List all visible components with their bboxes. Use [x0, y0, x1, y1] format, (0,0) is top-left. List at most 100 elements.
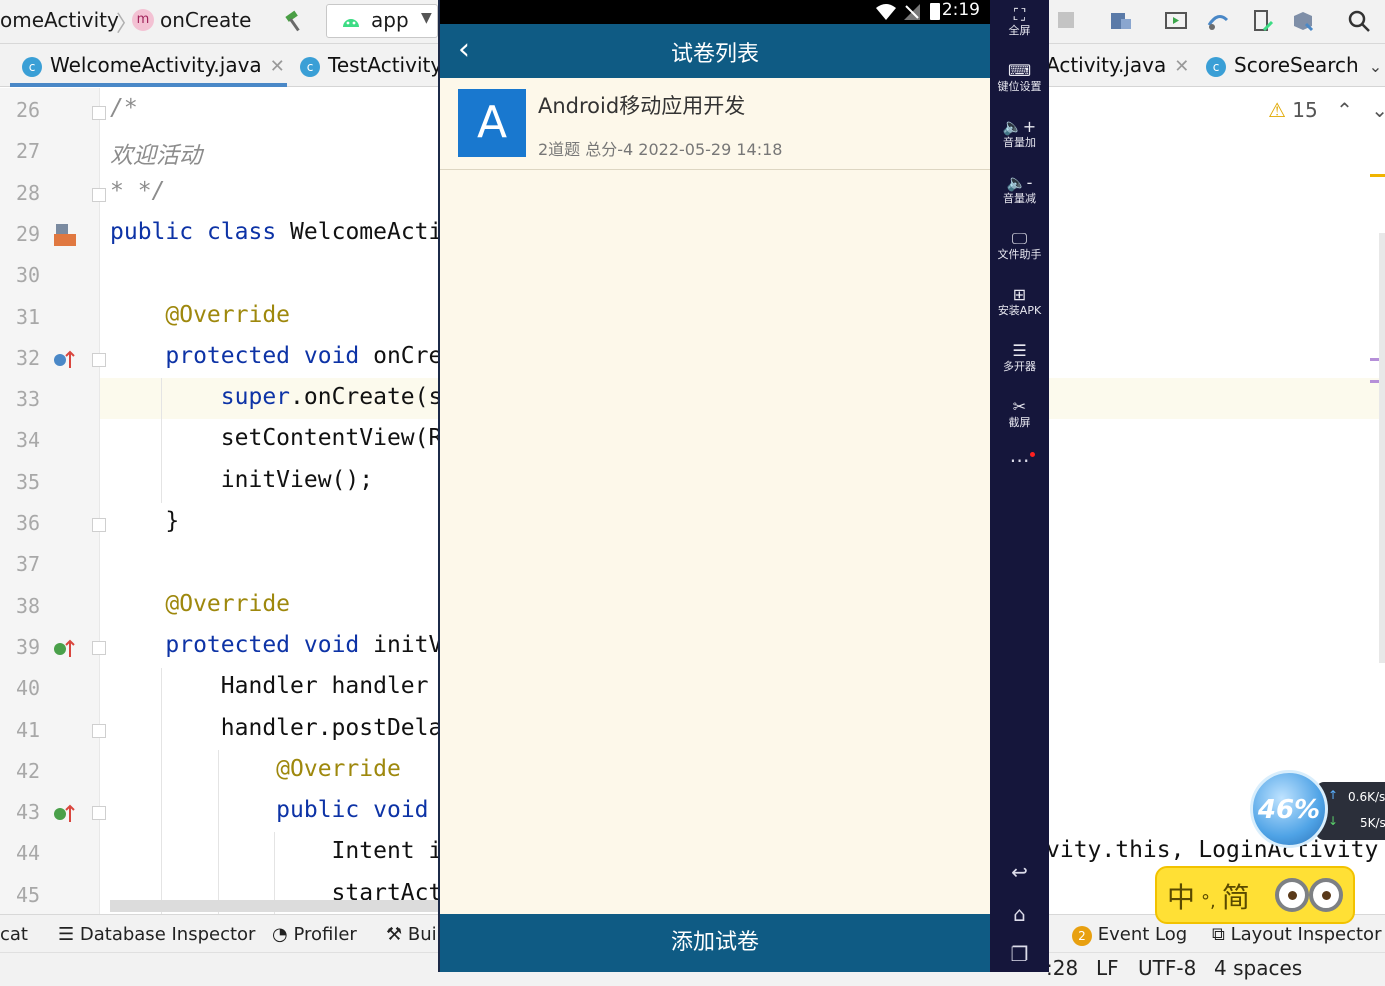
warning-icon: ⚠: [1268, 98, 1286, 122]
emulator-screen[interactable]: 2:19 ‹ 试卷列表 A Android移动应用开发 2道题 总分-4 202…: [438, 0, 990, 972]
ime-status: 中 °, 简: [1167, 876, 1250, 916]
sync-gradle-icon[interactable]: [1205, 8, 1231, 34]
tool-label: Profiler: [293, 924, 357, 945]
layout-inspector-tool[interactable]: ⧉ Layout Inspector: [1212, 924, 1381, 945]
line-separator[interactable]: LF: [1096, 956, 1119, 980]
screenshot-button[interactable]: ✂ 截屏: [990, 398, 1049, 430]
punctuation-icon[interactable]: °,: [1201, 891, 1216, 912]
search-icon[interactable]: [1346, 8, 1372, 34]
code-line: setContentView(R: [110, 425, 443, 452]
breadcrumb-method[interactable]: onCreate: [160, 8, 251, 32]
multi-instance-button[interactable]: ☰ 多开器: [990, 342, 1049, 374]
fold-marker-icon[interactable]: [92, 106, 106, 120]
line-number: 40: [16, 676, 41, 701]
volume-up-button[interactable]: 🔈+ 音量加: [990, 118, 1049, 150]
line-number-gutter: [0, 88, 100, 914]
code-line: @Override: [276, 755, 401, 782]
side-label: 全屏: [1008, 24, 1031, 37]
inspection-widget[interactable]: ⚠ 15 ⌃ ⌄: [1268, 98, 1385, 122]
run-config-dropdown[interactable]: app ▼: [326, 4, 438, 38]
line-number: 39: [16, 634, 41, 659]
profiler-tool[interactable]: ◔ Profiler: [272, 924, 357, 945]
error-stripe-warning[interactable]: [1370, 174, 1385, 177]
gauge-icon: ◔: [272, 924, 288, 945]
file-helper-button[interactable]: 🖵 文件助手: [990, 230, 1049, 262]
fold-marker-icon[interactable]: [92, 188, 106, 202]
wifi-icon: [876, 4, 896, 20]
tab-test-activity[interactable]: c TestActivity: [300, 44, 442, 87]
indent-guide: [161, 378, 162, 503]
keymap-button[interactable]: ⌨ 键位设置: [990, 62, 1049, 94]
caret-position[interactable]: :28: [1046, 956, 1078, 980]
chevron-down-icon[interactable]: ⌄: [1369, 57, 1382, 76]
install-apk-button[interactable]: ⊞ 安装APK: [990, 286, 1049, 318]
code-line: public void: [276, 797, 429, 824]
line-number: 34: [16, 428, 41, 453]
device-manager-icon[interactable]: [1250, 8, 1276, 34]
add-exam-button[interactable]: 添加试卷: [440, 914, 990, 972]
network-monitor-widget[interactable]: ↑ 0.6K/s ↓ 5K/s 46%: [1250, 770, 1385, 850]
line-number: 27: [16, 139, 41, 164]
ime-language[interactable]: 中: [1167, 881, 1195, 914]
line-number: 31: [16, 304, 41, 329]
fold-marker-icon[interactable]: [92, 724, 106, 738]
scissors-icon: ✂: [1012, 397, 1027, 416]
stop-icon[interactable]: [1058, 12, 1074, 28]
exam-meta: 2道题 总分-4 2022-05-29 14:18: [538, 140, 783, 159]
editor-horizontal-scrollbar[interactable]: [110, 900, 440, 912]
ime-mode[interactable]: 简: [1222, 881, 1250, 914]
line-number: 37: [16, 552, 41, 577]
volume-up-icon: 🔈+: [1002, 117, 1037, 136]
screen: omeActivity 〉 m onCreate app ▼ c Welcome…: [0, 0, 1385, 986]
chevron-down-icon: ▼: [421, 10, 432, 26]
recent-apps-icon[interactable]: ❐: [990, 942, 1049, 966]
database-icon: ☰: [58, 924, 75, 945]
fold-marker-icon[interactable]: [92, 806, 106, 820]
code-line: * */: [110, 177, 166, 204]
tab-welcome-activity[interactable]: c WelcomeActivity.java ✕: [10, 44, 287, 87]
fullscreen-button[interactable]: ⛶ 全屏: [990, 6, 1049, 38]
home-icon[interactable]: ⌂: [990, 902, 1049, 926]
file-encoding[interactable]: UTF-8: [1138, 956, 1196, 980]
editor-vertical-scrollbar[interactable]: [1379, 233, 1385, 663]
indent-guide: [161, 668, 162, 914]
next-highlight-icon[interactable]: ⌄: [1371, 98, 1385, 122]
line-number: 38: [16, 593, 41, 618]
hammer-icon[interactable]: [282, 8, 308, 34]
event-count-badge: 2: [1072, 926, 1092, 946]
database-inspector-tool[interactable]: ☰ Database Inspector: [58, 924, 255, 945]
close-icon[interactable]: ✕: [270, 56, 285, 77]
tab-score-search[interactable]: c ScoreSearch ⌄: [1206, 44, 1385, 87]
keyboard-icon: ⌨: [1007, 61, 1032, 80]
fold-marker-icon[interactable]: [92, 641, 106, 655]
event-log-tool[interactable]: 2 Event Log: [1072, 924, 1187, 946]
exam-list-item[interactable]: A Android移动应用开发 2道题 总分-4 2022-05-29 14:1…: [440, 78, 990, 170]
line-number: 28: [16, 180, 41, 205]
line-number: 41: [16, 717, 41, 742]
back-icon[interactable]: ↩: [990, 860, 1049, 884]
code-line: Intent i: [110, 838, 443, 865]
more-icon[interactable]: ⋯: [990, 448, 1049, 472]
tab-activity[interactable]: Activity.java ✕: [1046, 44, 1196, 87]
class-badge-icon: c: [300, 56, 320, 77]
volume-down-button[interactable]: 🔈- 音量减: [990, 174, 1049, 206]
close-icon[interactable]: ✕: [1174, 56, 1189, 77]
avd-manager-icon[interactable]: [1163, 8, 1189, 34]
ime-toolbar[interactable]: 中 °, 简: [1155, 866, 1355, 924]
build-tool[interactable]: ⚒ Bui: [386, 924, 437, 945]
notification-dot: [1030, 452, 1035, 457]
sdk-manager-icon[interactable]: [1290, 8, 1316, 34]
class-badge-icon: c: [1206, 56, 1226, 77]
fold-marker-icon[interactable]: [92, 518, 106, 532]
side-label: 截屏: [1008, 416, 1031, 429]
project-structure-icon[interactable]: [1108, 8, 1134, 34]
previous-highlight-icon[interactable]: ⌃: [1336, 98, 1353, 122]
multi-instance-icon: ☰: [1012, 341, 1027, 360]
upload-arrow-icon: ↑: [1328, 788, 1339, 802]
breadcrumb-class[interactable]: omeActivity: [0, 8, 119, 32]
logcat-tool[interactable]: cat: [0, 924, 28, 945]
fold-marker-icon[interactable]: [92, 353, 106, 367]
install-apk-icon: ⊞: [1012, 285, 1027, 304]
indent-setting[interactable]: 4 spaces: [1214, 956, 1302, 980]
upload-speed: 0.6K/s: [1348, 790, 1385, 804]
